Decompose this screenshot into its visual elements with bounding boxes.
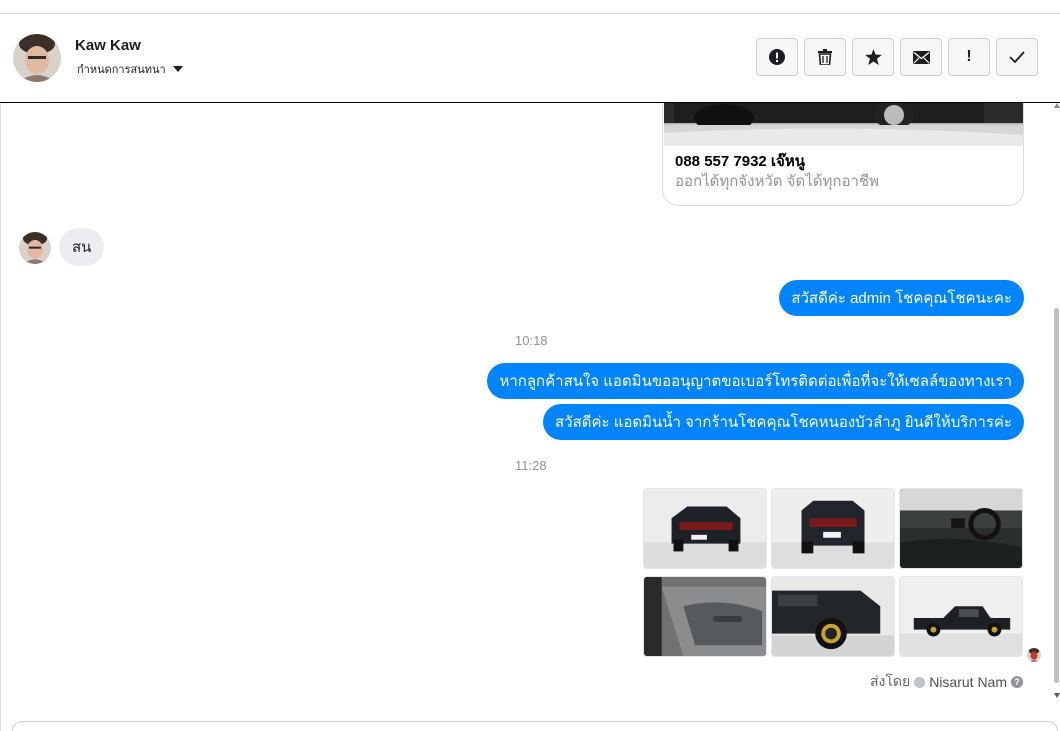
contact-avatar-small <box>19 232 51 264</box>
alert-circle-icon <box>769 49 785 65</box>
mark-unread-button[interactable] <box>900 38 942 76</box>
verified-icon <box>914 676 926 688</box>
message-composer[interactable] <box>12 721 1058 731</box>
scrollbar-thumb[interactable] <box>1054 308 1059 683</box>
sent-by-info: ส่งโดย Nisarut Nam ? <box>870 671 1023 693</box>
front-truck-photo[interactable] <box>643 488 767 569</box>
front-truck-photo-2[interactable] <box>771 488 895 569</box>
caret-down-icon <box>172 66 183 72</box>
truck-photo-preview <box>664 103 1023 146</box>
card-subtitle: ออกได้ทุกจังหวัด จัดได้ทุกอาชีพ <box>675 173 879 190</box>
message-timestamp: 11:28 <box>515 458 547 473</box>
scroll-up-icon[interactable] <box>1054 103 1060 108</box>
sent-by-agent[interactable]: Nisarut Nam <box>929 674 1007 690</box>
trash-icon <box>818 49 832 65</box>
sent-by-label: ส่งโดย <box>870 673 911 689</box>
delete-button[interactable] <box>804 38 846 76</box>
envelope-icon <box>912 50 930 64</box>
outgoing-message[interactable]: หากลูกค้าสนใจ แอดมินขออนุญาตขอเบอร์โทรติ… <box>487 363 1024 399</box>
check-icon <box>1009 51 1025 63</box>
side-profile-photo[interactable] <box>899 576 1023 657</box>
star-button[interactable] <box>852 38 894 76</box>
door-panel-photo[interactable] <box>643 576 767 657</box>
done-button[interactable] <box>996 38 1038 76</box>
side-wheel-photo[interactable] <box>771 576 895 657</box>
contact-name[interactable]: Kaw Kaw <box>75 37 141 54</box>
message-timestamp: 10:18 <box>515 333 548 348</box>
thread-scrollbar[interactable] <box>1052 103 1060 703</box>
seen-by-avatar <box>1027 648 1041 662</box>
help-icon[interactable]: ? <box>1011 676 1023 688</box>
scroll-down-icon[interactable] <box>1054 693 1060 698</box>
star-icon <box>864 49 882 65</box>
photo-gallery <box>643 488 1024 659</box>
contact-avatar[interactable] <box>13 34 61 82</box>
spam-button[interactable] <box>756 38 798 76</box>
outgoing-message[interactable]: สวัสดีค่ะ admin โชคคุณโชคนะคะ <box>779 280 1024 316</box>
conversation-settings-label: กำหนดการสนทนา <box>77 64 166 76</box>
interior-dashboard-photo[interactable] <box>899 488 1023 569</box>
follow-up-button[interactable]: ! <box>948 38 990 76</box>
shared-link-card[interactable]: 088 557 7932 เจ๊หนู ออกได้ทุกจังหวัด จัด… <box>662 103 1024 206</box>
outgoing-message[interactable]: สวัสดีค่ะ แอดมินน้ำ จากร้านโชคคุณโชคหนอง… <box>543 404 1024 440</box>
conversation-settings-dropdown[interactable]: กำหนดการสนทนา <box>77 60 183 78</box>
message-thread[interactable]: 088 557 7932 เจ๊หนู ออกได้ทุกจังหวัด จัด… <box>0 103 1056 721</box>
conversation-header: Kaw Kaw กำหนดการสนทนา ! <box>0 14 1060 103</box>
exclamation-icon: ! <box>966 48 972 65</box>
incoming-message[interactable]: สน <box>59 228 105 266</box>
conversation-toolbar: ! <box>756 38 1038 76</box>
